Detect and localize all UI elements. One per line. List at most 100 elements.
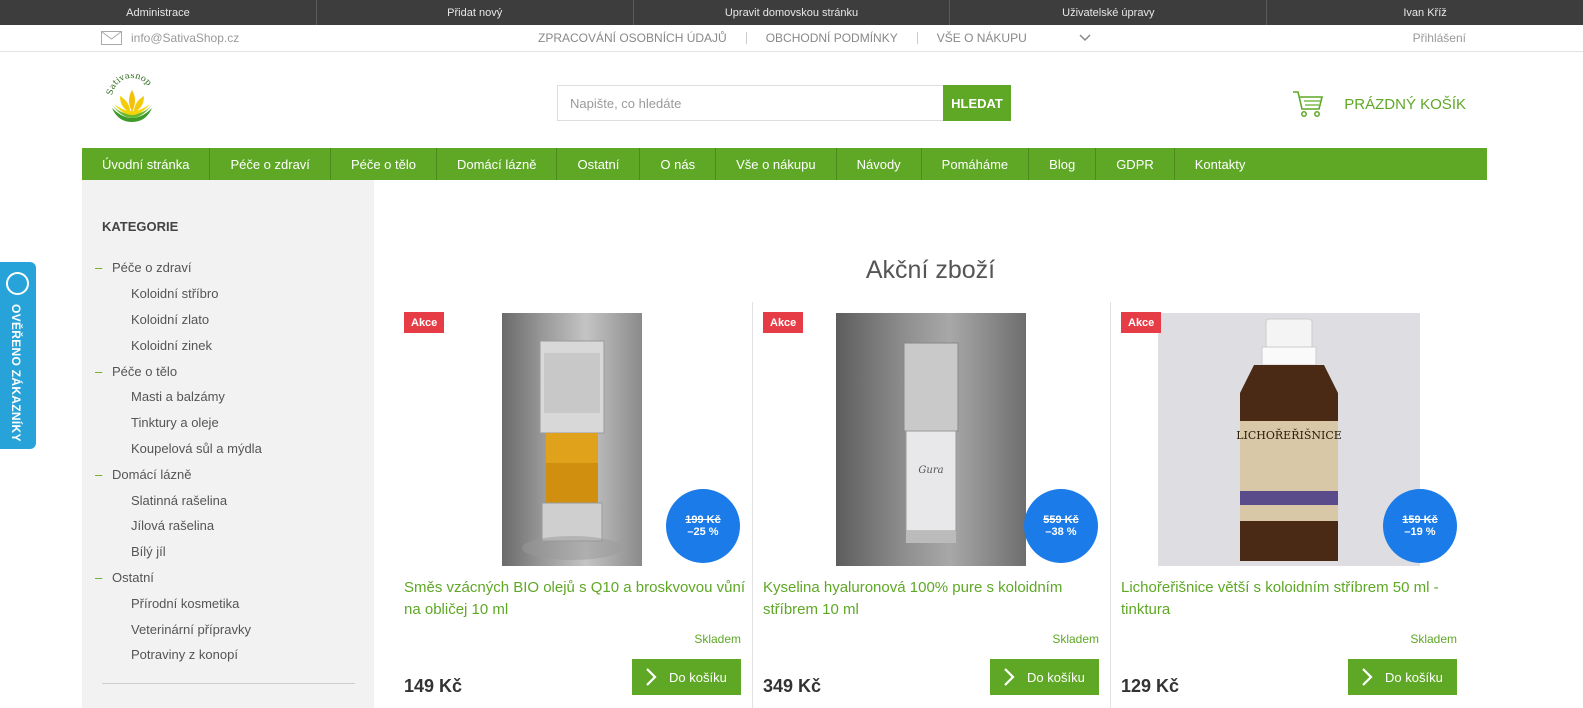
stock-status: Skladem — [694, 632, 741, 646]
collapse-dash-icon[interactable]: – — [95, 570, 112, 585]
search-bar: HLEDAT — [557, 85, 1011, 121]
envelope-icon — [101, 31, 122, 45]
serum-bottle-graphic: Gura — [903, 342, 959, 543]
discount-percent: –25 % — [687, 526, 719, 538]
category-item-health-care[interactable]: – Péče o zdraví — [82, 255, 374, 281]
serum-bottle-graphic — [522, 340, 622, 560]
old-price: 159 Kč — [1402, 514, 1438, 526]
product-card: Akce 199 Kč –25 % Směs vzácných BIO olej… — [394, 302, 751, 708]
old-price: 199 Kč — [685, 514, 721, 526]
nav-item-home[interactable]: Úvodní stránka — [82, 148, 211, 180]
contact-email[interactable]: info@SativaShop.cz — [101, 29, 239, 47]
category-sidebar: KATEGORIE – Péče o zdraví Koloidní stříbr… — [82, 180, 374, 708]
discount-percent: –19 % — [1404, 526, 1436, 538]
verified-seal-icon — [6, 272, 29, 295]
add-to-cart-label: Do košíku — [1027, 669, 1085, 685]
product-image[interactable] — [502, 313, 642, 566]
category-item-colloidal-silver[interactable]: Koloidní stříbro — [82, 281, 374, 307]
discount-circle: 159 Kč –19 % — [1383, 489, 1457, 563]
top-link-shopping-info-label: VŠE O NÁKUPU — [936, 31, 1027, 45]
tincture-bottle-graphic: LICHOŘEŘIŠNICE — [1236, 318, 1342, 561]
collapse-dash-icon[interactable]: – — [95, 364, 112, 379]
nav-item-health-care[interactable]: Péče o zdraví — [210, 148, 331, 180]
logo-text: Sativashop — [105, 71, 153, 96]
product-name-link[interactable]: Kyselina hyaluronová 100% pure s koloidn… — [763, 577, 1108, 621]
section-title: Akční zboží — [865, 256, 996, 284]
verified-customers-label: OVĚŘENO ZÁKAZNÍKY — [9, 304, 23, 442]
nav-item-other[interactable]: Ostatní — [557, 148, 641, 180]
add-to-cart-button[interactable]: Do košíku — [990, 659, 1099, 695]
collapse-dash-icon[interactable]: – — [95, 260, 112, 275]
category-item-home-spa[interactable]: – Domácí lázně — [82, 461, 374, 487]
top-link-privacy[interactable]: ZPRACOVÁNÍ OSOBNÍCH ÚDAJŮ — [538, 32, 747, 44]
category-item-tinctures[interactable]: Tinktury a oleje — [82, 410, 374, 436]
category-item-colloidal-zinc[interactable]: Koloidní zinek — [82, 332, 374, 358]
discount-circle: 199 Kč –25 % — [666, 489, 740, 563]
nav-item-shopping-info[interactable]: Vše o nákupu — [716, 148, 837, 180]
category-item-veterinary[interactable]: Veterinární přípravky — [82, 616, 374, 642]
add-to-cart-button[interactable]: Do košíku — [632, 659, 741, 695]
add-to-cart-label: Do košíku — [1385, 669, 1443, 685]
chevron-right-icon — [646, 668, 657, 686]
admin-link-user-settings[interactable]: Uživatelské úpravy — [950, 0, 1268, 25]
category-label: Péče o tělo — [112, 363, 178, 379]
chevron-right-icon — [1004, 668, 1015, 686]
nav-item-contacts[interactable]: Kontakty — [1175, 148, 1266, 180]
product-image[interactable]: LICHOŘEŘIŠNICE — [1158, 313, 1420, 566]
top-links: ZPRACOVÁNÍ OSOBNÍCH ÚDAJŮ OBCHODNÍ PODMÍ… — [538, 29, 1110, 47]
top-link-terms[interactable]: OBCHODNÍ PODMÍNKY — [747, 32, 918, 44]
nav-item-gdpr[interactable]: GDPR — [1096, 148, 1175, 180]
category-item-colloidal-gold[interactable]: Koloidní zlato — [82, 307, 374, 333]
nav-item-body-care[interactable]: Péče o tělo — [331, 148, 437, 180]
login-link[interactable]: Přihlášení — [1413, 29, 1466, 47]
category-item-body-care[interactable]: – Péče o tělo — [82, 358, 374, 384]
category-item-natural-cosmetics[interactable]: Přírodní kosmetika — [82, 590, 374, 616]
site-logo[interactable]: Sativashop — [105, 71, 158, 124]
search-button[interactable]: HLEDAT — [943, 85, 1011, 121]
search-input[interactable] — [557, 85, 943, 121]
old-price: 559 Kč — [1043, 514, 1079, 526]
top-info-bar: info@SativaShop.cz ZPRACOVÁNÍ OSOBNÍCH Ú… — [0, 25, 1583, 52]
admin-link-user[interactable]: Ivan Kříž — [1267, 0, 1583, 25]
discount-circle: 559 Kč –38 % — [1024, 489, 1098, 563]
category-list: – Péče o zdraví Koloidní stříbro Koloidní… — [82, 255, 374, 668]
category-item-ointments[interactable]: Masti a balzámy — [82, 384, 374, 410]
admin-link-edit-homepage[interactable]: Upravit domovskou stránku — [634, 0, 951, 25]
sidebar-title: KATEGORIE — [102, 219, 179, 234]
nav-item-blog[interactable]: Blog — [1029, 148, 1097, 180]
admin-link-administrace[interactable]: Administrace — [0, 0, 317, 25]
cart-label: PRÁZDNÝ KOŠÍK — [1344, 95, 1466, 113]
category-item-white-clay[interactable]: Bílý jíl — [82, 539, 374, 565]
product-name-link[interactable]: Směs vzácných BIO olejů s Q10 a broskvov… — [404, 577, 749, 621]
main-nav: Úvodní stránka Péče o zdraví Péče o tělo… — [82, 148, 1487, 180]
product-card: LICHOŘEŘIŠNICE Akce 159 Kč –19 % Lichoře… — [1110, 302, 1467, 708]
category-item-clay-peat[interactable]: Jílová rašelina — [82, 513, 374, 539]
nav-item-about[interactable]: O nás — [640, 148, 717, 180]
category-label: Domácí lázně — [112, 466, 192, 482]
nav-item-guides[interactable]: Návody — [837, 148, 922, 180]
product-name-link[interactable]: Lichořeřišnice větší s koloidním stříbre… — [1121, 577, 1466, 621]
admin-link-add-new[interactable]: Přidat nový — [317, 0, 634, 25]
category-item-bath-salt[interactable]: Koupelová sůl a mýdla — [82, 436, 374, 462]
product-price: 149 Kč — [404, 676, 463, 696]
verified-customers-tab[interactable]: OVĚŘENO ZÁKAZNÍKY — [0, 262, 36, 449]
nav-item-home-spa[interactable]: Domácí lázně — [437, 148, 558, 180]
admin-bar: Administrace Přidat nový Upravit domovsk… — [0, 0, 1583, 25]
chevron-down-icon — [1079, 34, 1091, 42]
sale-badge: Akce — [763, 312, 804, 333]
category-item-peat[interactable]: Slatinná rašelina — [82, 487, 374, 513]
product-image[interactable]: Gura — [836, 313, 1026, 566]
cart-link[interactable]: PRÁZDNÝ KOŠÍK — [1292, 88, 1466, 120]
add-to-cart-button[interactable]: Do košíku — [1348, 659, 1457, 695]
email-text: info@SativaShop.cz — [131, 31, 240, 45]
product-card: Gura Akce 559 Kč –38 % Kyselina hyaluron… — [752, 302, 1109, 708]
collapse-dash-icon[interactable]: – — [95, 467, 112, 482]
top-link-shopping-info[interactable]: VŠE O NÁKUPU — [918, 32, 1110, 44]
category-label: Ostatní — [112, 569, 154, 585]
category-item-other[interactable]: – Ostatní — [82, 565, 374, 591]
nav-item-we-help[interactable]: Pomáháme — [922, 148, 1030, 180]
product-price: 349 Kč — [763, 676, 822, 696]
category-item-hemp-food[interactable]: Potraviny z konopí — [82, 642, 374, 668]
product-label-text: LICHOŘEŘIŠNICE — [1236, 428, 1342, 442]
svg-text:Gura: Gura — [918, 465, 943, 476]
